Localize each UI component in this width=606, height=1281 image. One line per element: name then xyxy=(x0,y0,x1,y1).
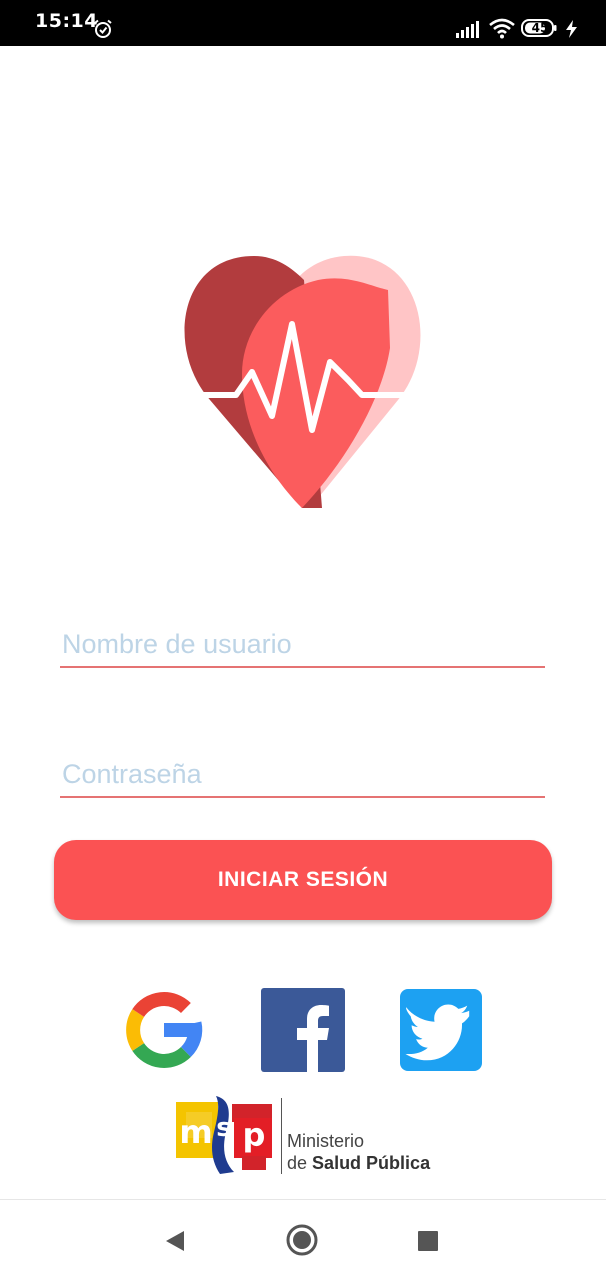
status-time: 15:14 xyxy=(35,10,98,32)
heart-pulse-icon xyxy=(184,255,421,508)
sponsor-line-2-bold: Salud Pública xyxy=(312,1153,431,1173)
svg-text:p: p xyxy=(243,1116,266,1154)
sponsor-line-1: Ministerio xyxy=(287,1131,365,1151)
login-button[interactable]: INICIAR SESIÓN xyxy=(54,840,552,920)
battery-level: 45 xyxy=(531,21,549,35)
username-input[interactable] xyxy=(60,622,545,668)
twitter-icon[interactable] xyxy=(400,989,482,1071)
google-icon[interactable] xyxy=(124,990,204,1070)
password-input[interactable] xyxy=(60,752,545,798)
msp-logo: m s p xyxy=(176,1096,272,1174)
signal-icon xyxy=(456,21,479,38)
svg-text:s: s xyxy=(216,1113,231,1143)
status-bar: 15:14 45 xyxy=(0,0,606,46)
navigation-bar xyxy=(0,1199,606,1281)
alarm-icon xyxy=(94,19,112,38)
home-icon[interactable] xyxy=(286,1224,318,1256)
facebook-icon[interactable] xyxy=(261,988,345,1072)
sponsor-divider xyxy=(281,1098,282,1174)
charging-bolt-icon xyxy=(566,20,577,38)
wifi-icon xyxy=(489,18,515,39)
back-icon[interactable] xyxy=(164,1229,186,1253)
sponsor-line-2: de Salud Pública xyxy=(287,1153,430,1174)
sponsor-line-2-prefix: de xyxy=(287,1153,308,1173)
recents-icon[interactable] xyxy=(417,1230,439,1252)
battery-icon: 45 xyxy=(521,19,557,37)
svg-text:m: m xyxy=(179,1113,212,1151)
